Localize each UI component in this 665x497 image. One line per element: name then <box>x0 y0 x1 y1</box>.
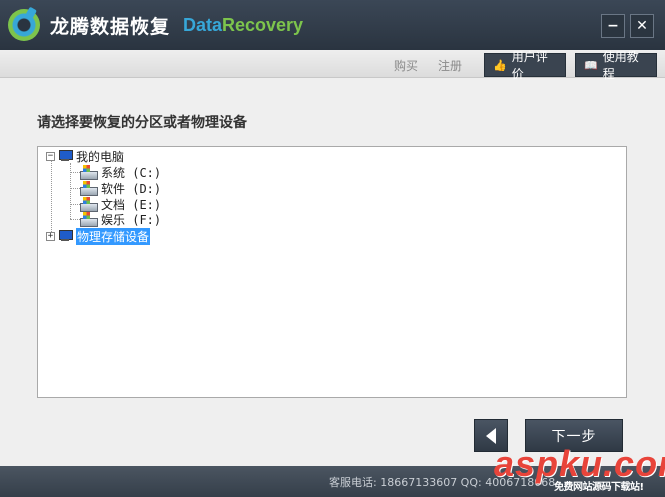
toolbar: 购买 注册 👍 用户评价 📖 使用教程 <box>0 50 665 81</box>
tree-node-physical-devices[interactable]: + 物理存储设备 <box>46 227 151 245</box>
drive-icon <box>80 197 98 212</box>
computer-icon <box>58 150 73 162</box>
tutorial-button[interactable]: 📖 使用教程 <box>575 50 657 81</box>
tree-connector <box>51 160 52 236</box>
minimize-button[interactable]: − <box>601 14 625 38</box>
buy-link[interactable]: 购买 <box>394 57 418 74</box>
tree-node-label: 我的电脑 <box>76 149 125 164</box>
page-prompt: 请选择要恢复的分区或者物理设备 <box>37 115 247 131</box>
tree-connector <box>70 188 80 189</box>
user-review-label: 用户评价 <box>511 50 548 81</box>
tree-node-label: 系统 (C:) <box>101 165 162 180</box>
brand-logo-text: DataRecovery <box>183 15 303 36</box>
drive-icon <box>80 212 98 227</box>
user-review-button[interactable]: 👍 用户评价 <box>484 50 566 81</box>
chevron-left-icon <box>486 427 496 444</box>
next-button[interactable]: 下一步 <box>525 419 623 452</box>
minimize-icon: − <box>607 18 619 34</box>
tree-node-label: 娱乐 (F:) <box>101 212 162 227</box>
tree-node-label: 物理存储设备 <box>76 227 151 245</box>
tree-node-drive-d[interactable]: 软件 (D:) <box>80 180 161 196</box>
device-tree[interactable]: − 我的电脑 系统 (C:) 软件 (D:) 文档 (E:) 娱乐 (F:) +… <box>37 146 627 398</box>
close-button[interactable]: ✕ <box>630 14 654 38</box>
app-title: 龙腾数据恢复 <box>50 16 171 38</box>
drive-icon <box>80 181 98 196</box>
tree-connector <box>70 219 80 220</box>
tree-connector <box>70 172 80 173</box>
app-logo-icon <box>8 9 40 41</box>
drive-icon <box>80 165 98 180</box>
brand-part-data: Data <box>183 15 223 35</box>
tree-node-label: 软件 (D:) <box>101 181 162 196</box>
tree-node-drive-f[interactable]: 娱乐 (F:) <box>80 211 161 227</box>
status-footer: 客服电话: 18667133607 QQ: 4006718068 <box>0 466 665 497</box>
computer-icon <box>58 230 73 242</box>
book-icon: 📖 <box>584 58 598 72</box>
register-link[interactable]: 注册 <box>438 57 462 74</box>
tree-node-my-computer[interactable]: − 我的电脑 <box>46 148 124 164</box>
back-button[interactable] <box>474 419 508 452</box>
support-contact: 客服电话: 18667133607 QQ: 4006718068 <box>329 476 556 489</box>
thumbs-up-icon: 👍 <box>493 58 507 72</box>
tree-node-drive-c[interactable]: 系统 (C:) <box>80 164 161 180</box>
expand-icon[interactable]: + <box>46 231 55 241</box>
close-icon: ✕ <box>636 18 648 34</box>
tree-connector <box>70 204 80 205</box>
tutorial-label: 使用教程 <box>602 50 639 81</box>
brand-part-recovery: Recovery <box>222 15 304 35</box>
collapse-icon[interactable]: − <box>46 151 55 161</box>
title-bar[interactable]: 龙腾数据恢复 DataRecovery − ✕ <box>0 0 665 50</box>
app-window: 龙腾数据恢复 DataRecovery − ✕ 购买 注册 👍 用户评价 📖 使… <box>0 0 665 497</box>
